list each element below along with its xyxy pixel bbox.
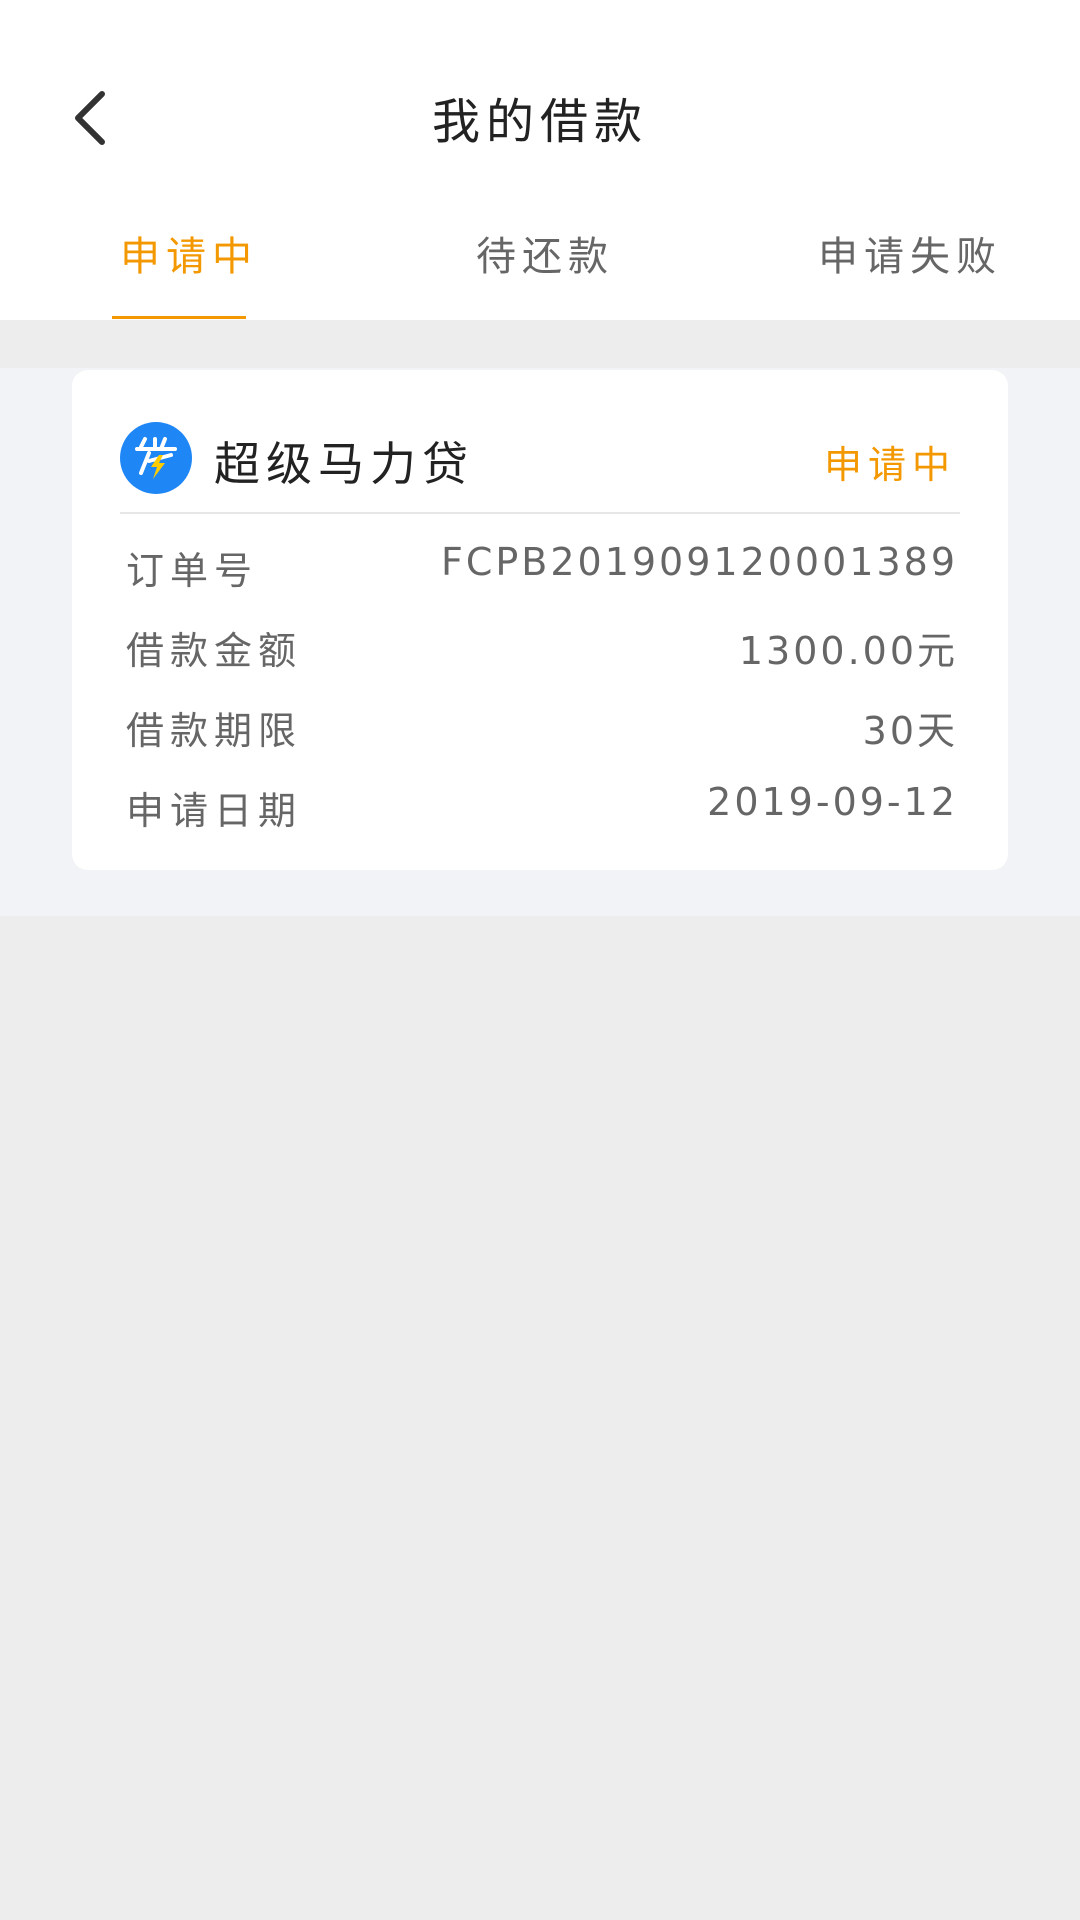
status-badge: 申请中 bbox=[823, 443, 956, 487]
divider bbox=[120, 512, 960, 514]
tab-to-repay[interactable]: 待还款 bbox=[476, 224, 614, 282]
loan-card[interactable]: 超级马力贷 申请中 订单号 FCPB201909120001389 借款金额 1… bbox=[72, 370, 1008, 870]
tab-applying[interactable]: 申请中 bbox=[120, 224, 258, 282]
detail-row-term: 借款期限 30天 bbox=[126, 700, 958, 756]
loan-amount-value: 1300.00元 bbox=[738, 629, 958, 673]
header: 我的借款 申请中 待还款 申请失败 bbox=[0, 0, 1080, 320]
loan-logo-icon bbox=[120, 422, 192, 494]
tab-failed[interactable]: 申请失败 bbox=[818, 224, 1002, 282]
apply-date-label: 申请日期 bbox=[126, 789, 303, 833]
detail-row-date: 申请日期 2019-09-12 bbox=[126, 780, 958, 836]
loan-term-value: 30天 bbox=[862, 709, 958, 753]
card-header: 超级马力贷 申请中 bbox=[120, 422, 960, 502]
detail-row-order: 订单号 FCPB201909120001389 bbox=[126, 540, 958, 596]
tab-bar: 申请中 待还款 申请失败 bbox=[0, 220, 1080, 320]
loan-amount-label: 借款金额 bbox=[126, 629, 303, 673]
loan-term-label: 借款期限 bbox=[126, 709, 303, 753]
active-tab-indicator bbox=[112, 316, 246, 319]
brand-name: 超级马力贷 bbox=[214, 437, 474, 491]
detail-row-amount: 借款金额 1300.00元 bbox=[126, 620, 958, 676]
order-number-label: 订单号 bbox=[126, 549, 259, 593]
apply-date-value: 2019-09-12 bbox=[707, 780, 958, 824]
page-title: 我的借款 bbox=[431, 94, 648, 150]
order-number-value: FCPB201909120001389 bbox=[440, 540, 958, 584]
